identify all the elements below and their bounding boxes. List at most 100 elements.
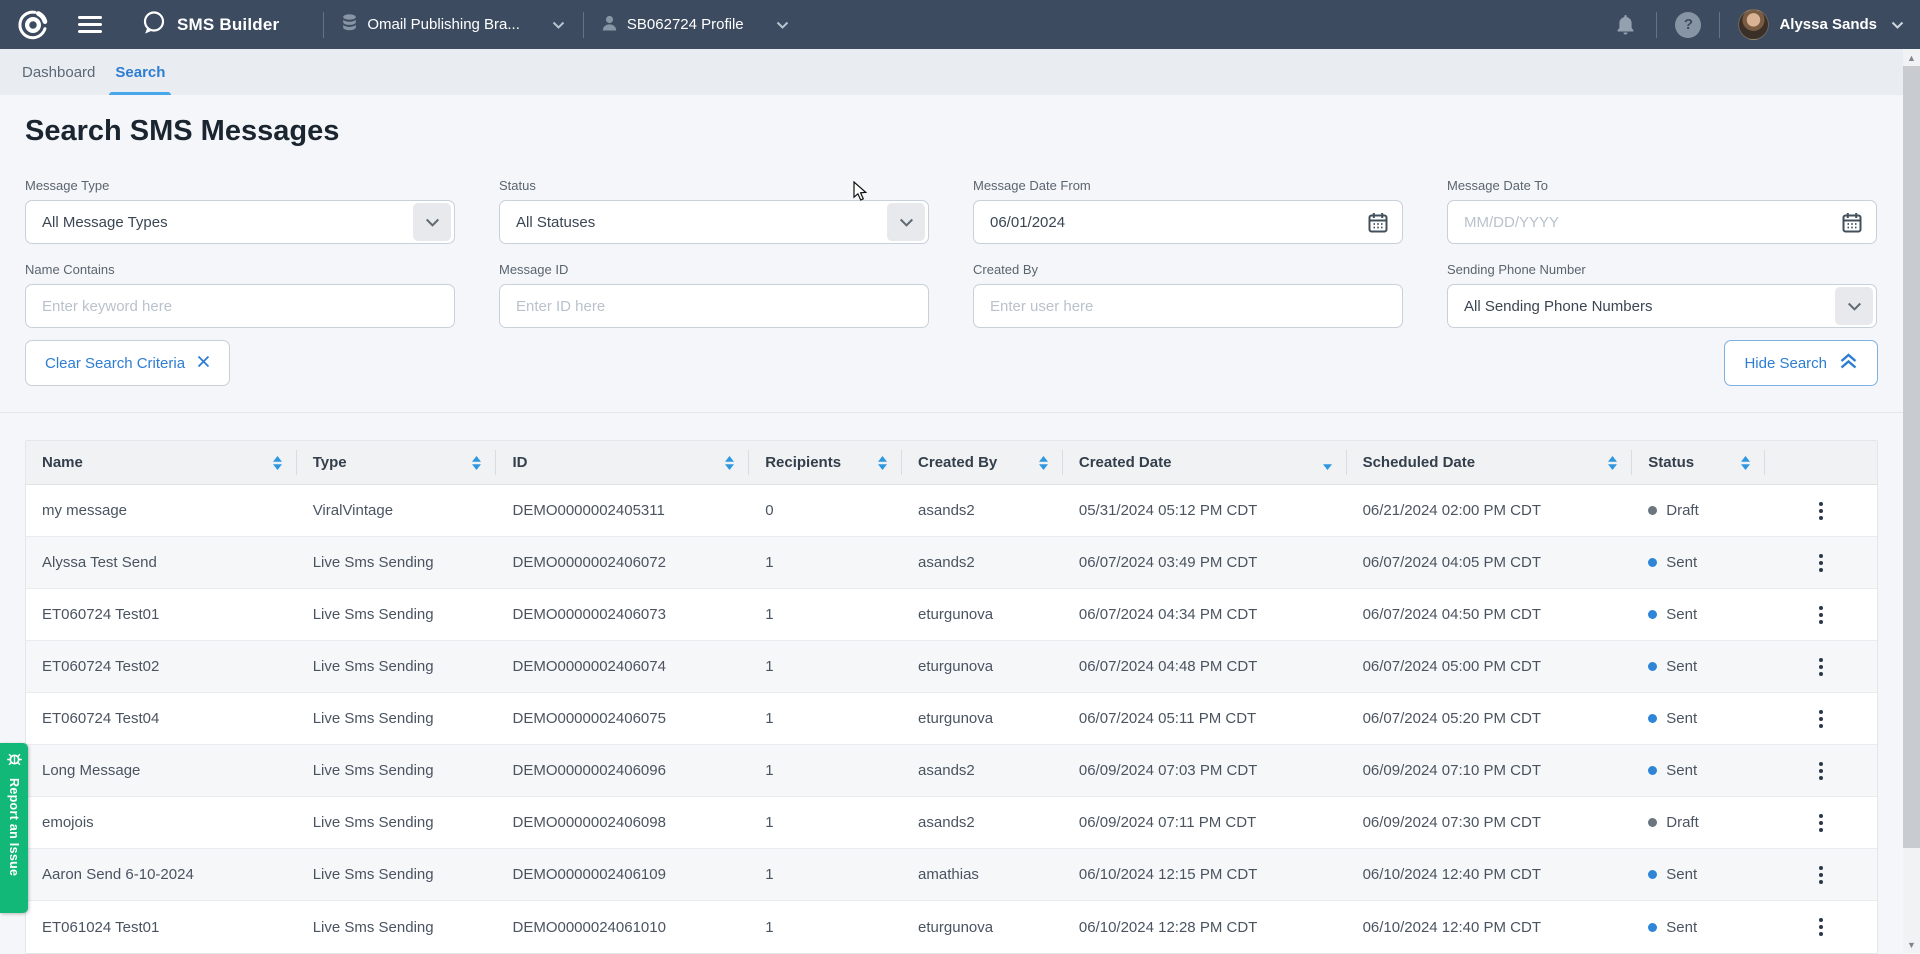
row-actions-kebab-icon[interactable]: [1811, 704, 1831, 734]
chevron-down-icon[interactable]: [1835, 287, 1873, 325]
name-contains-input[interactable]: [26, 285, 454, 327]
table-row[interactable]: Aaron Send 6-10-2024 Live Sms Sending DE…: [26, 849, 1877, 901]
column-header-type[interactable]: Type: [297, 441, 497, 484]
status-dot: [1648, 818, 1657, 827]
table-row[interactable]: ET061024 Test01 Live Sms Sending DEMO000…: [26, 901, 1877, 953]
cell-scheduled-date: 06/09/2024 07:10 PM CDT: [1347, 745, 1633, 796]
column-header-status[interactable]: Status: [1632, 441, 1765, 484]
user-menu-chevron-icon[interactable]: [1891, 16, 1904, 34]
cell-created-date: 06/07/2024 03:49 PM CDT: [1063, 537, 1347, 588]
vertical-scrollbar[interactable]: ▲ ▼: [1903, 49, 1920, 953]
cell-recipients: 1: [749, 693, 902, 744]
column-header-name[interactable]: Name: [26, 441, 297, 484]
status-badge: Sent: [1666, 606, 1697, 623]
name-contains-field: Name Contains: [25, 262, 455, 328]
table-row[interactable]: my message ViralVintage DEMO000000240531…: [26, 485, 1877, 537]
status-select[interactable]: All Statuses: [499, 200, 929, 244]
user-avatar[interactable]: [1738, 9, 1769, 40]
page-tabstrip: Dashboard Search: [0, 49, 1920, 95]
scrollbar-down-arrow[interactable]: ▼: [1903, 936, 1920, 953]
calendar-icon[interactable]: [1842, 212, 1862, 233]
column-header-created-by[interactable]: Created By: [902, 441, 1063, 484]
sending-phone-field: Sending Phone Number All Sending Phone N…: [1447, 262, 1877, 328]
row-actions-kebab-icon[interactable]: [1811, 652, 1831, 682]
date-from-input[interactable]: [974, 201, 1368, 243]
status-badge: Sent: [1666, 710, 1697, 727]
chevron-down-icon[interactable]: [413, 203, 451, 241]
cell-name: Long Message: [26, 745, 297, 796]
chevron-down-icon[interactable]: [887, 203, 925, 241]
cell-type: Live Sms Sending: [297, 745, 497, 796]
hide-search-button[interactable]: Hide Search: [1724, 340, 1878, 386]
cell-status: Sent: [1632, 693, 1765, 744]
row-actions-kebab-icon[interactable]: [1811, 912, 1831, 942]
brand-selector-dropdown[interactable]: Omail Publishing Bra...: [342, 14, 565, 35]
column-header-id[interactable]: ID: [496, 441, 749, 484]
cell-created-by: eturgunova: [902, 693, 1063, 744]
scrollbar-thumb[interactable]: [1903, 66, 1920, 848]
message-type-select[interactable]: All Message Types: [25, 200, 455, 244]
navbar-divider: [323, 12, 324, 38]
search-panel-separator: [0, 412, 1903, 413]
name-contains-label: Name Contains: [25, 262, 455, 277]
chevron-down-icon: [776, 16, 789, 33]
cell-created-date: 06/09/2024 07:03 PM CDT: [1063, 745, 1347, 796]
message-id-input[interactable]: [500, 285, 928, 327]
column-header-created-date[interactable]: Created Date: [1063, 441, 1347, 484]
column-header-recipients[interactable]: Recipients: [749, 441, 902, 484]
table-row[interactable]: Long Message Live Sms Sending DEMO000000…: [26, 745, 1877, 797]
row-actions-kebab-icon[interactable]: [1811, 860, 1831, 890]
notifications-bell-icon[interactable]: [1613, 15, 1638, 35]
status-dot: [1648, 870, 1657, 879]
table-row[interactable]: ET060724 Test01 Live Sms Sending DEMO000…: [26, 589, 1877, 641]
scrollbar-up-arrow[interactable]: ▲: [1903, 49, 1920, 66]
row-actions-kebab-icon[interactable]: [1811, 756, 1831, 786]
row-actions-kebab-icon[interactable]: [1811, 496, 1831, 526]
help-icon[interactable]: ?: [1675, 12, 1701, 38]
cell-status: Draft: [1632, 797, 1765, 848]
message-type-field: Message Type All Message Types: [25, 178, 455, 244]
clear-search-criteria-button[interactable]: Clear Search Criteria: [25, 340, 230, 386]
cell-created-date: 06/07/2024 05:11 PM CDT: [1063, 693, 1347, 744]
cell-name: ET060724 Test01: [26, 589, 297, 640]
cell-id: DEMO0000002406072: [496, 537, 749, 588]
page-title: Search SMS Messages: [25, 115, 339, 148]
status-dot: [1648, 558, 1657, 567]
row-actions-kebab-icon[interactable]: [1811, 548, 1831, 578]
column-header-scheduled-date[interactable]: Scheduled Date: [1347, 441, 1633, 484]
created-by-input[interactable]: [974, 285, 1402, 327]
tab-search[interactable]: Search: [105, 49, 175, 95]
cell-created-by: asands2: [902, 485, 1063, 536]
profile-selector-value: SB062724 Profile: [627, 16, 744, 33]
column-header-actions: [1765, 441, 1877, 484]
cell-recipients: 1: [749, 849, 902, 900]
sending-phone-select[interactable]: All Sending Phone Numbers: [1447, 284, 1877, 328]
table-row[interactable]: ET060724 Test02 Live Sms Sending DEMO000…: [26, 641, 1877, 693]
date-from-field: Message Date From: [973, 178, 1403, 244]
status-badge: Sent: [1666, 762, 1697, 779]
status-label: Status: [499, 178, 929, 193]
calendar-icon[interactable]: [1368, 212, 1388, 233]
row-actions-kebab-icon[interactable]: [1811, 600, 1831, 630]
tab-dashboard[interactable]: Dashboard: [12, 49, 105, 95]
cell-type: Live Sms Sending: [297, 693, 497, 744]
table-row[interactable]: ET060724 Test04 Live Sms Sending DEMO000…: [26, 693, 1877, 745]
cell-created-by: amathias: [902, 849, 1063, 900]
cell-id: DEMO0000002405311: [496, 485, 749, 536]
report-an-issue-tab[interactable]: Report an Issue: [0, 743, 28, 913]
cell-name: ET060724 Test04: [26, 693, 297, 744]
omeda-logo-icon[interactable]: [16, 8, 50, 42]
brand-selector-value: Omail Publishing Bra...: [367, 16, 520, 33]
date-to-input[interactable]: [1448, 201, 1842, 243]
cell-id: DEMO0000002406096: [496, 745, 749, 796]
app-title: SMS Builder: [177, 15, 279, 35]
profile-selector-dropdown[interactable]: SB062724 Profile: [602, 15, 789, 35]
user-name: Alyssa Sands: [1779, 16, 1877, 33]
hamburger-menu-icon[interactable]: [78, 16, 102, 33]
table-row[interactable]: Alyssa Test Send Live Sms Sending DEMO00…: [26, 537, 1877, 589]
row-actions-kebab-icon[interactable]: [1811, 808, 1831, 838]
status-badge: Sent: [1666, 554, 1697, 571]
cell-actions: [1765, 589, 1877, 640]
status-badge: Sent: [1666, 919, 1697, 936]
table-row[interactable]: emojois Live Sms Sending DEMO00000024060…: [26, 797, 1877, 849]
